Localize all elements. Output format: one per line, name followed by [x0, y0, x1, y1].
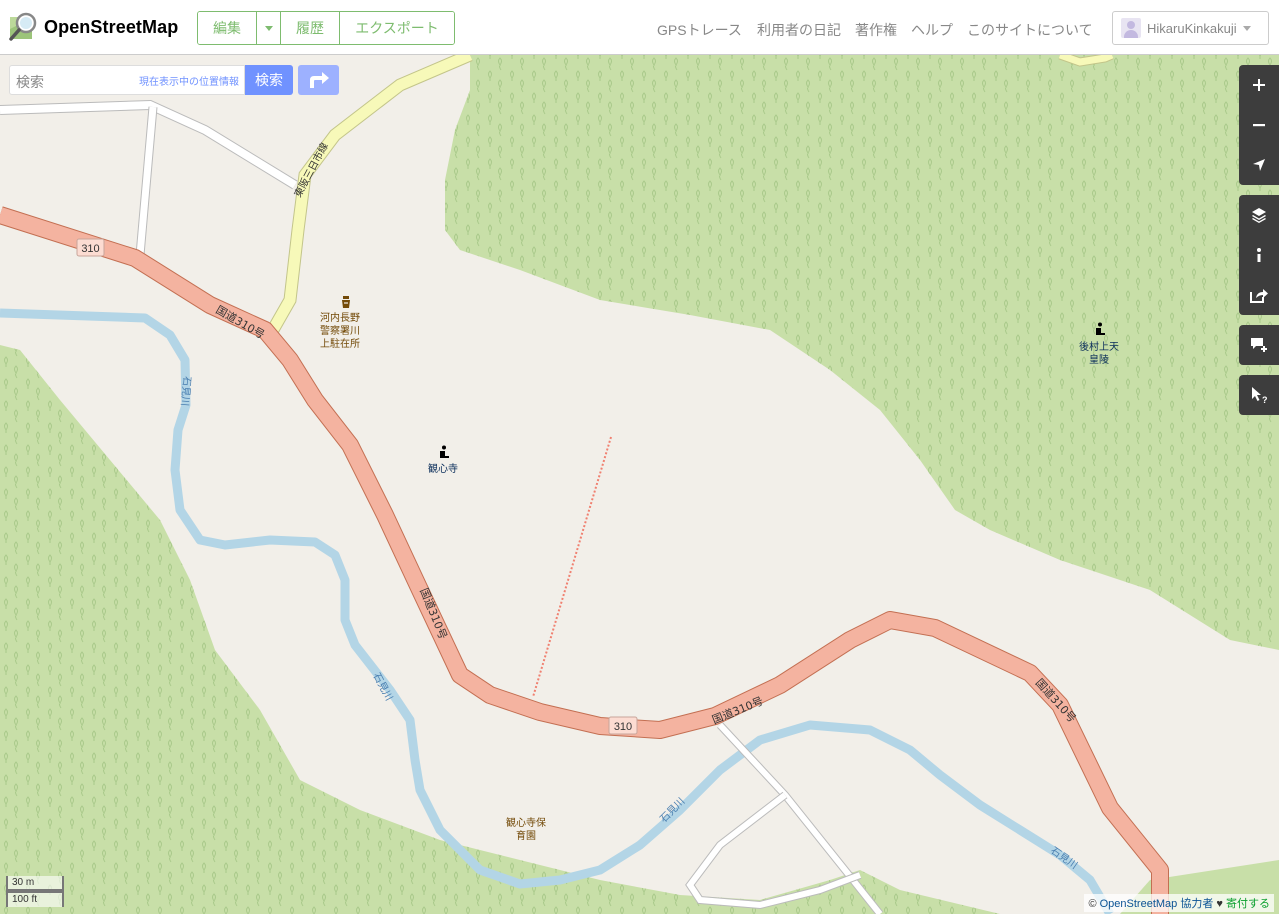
logo[interactable]: OpenStreetMap [8, 11, 178, 43]
location-arrow-icon [1253, 159, 1265, 171]
heart-icon: ♥ [1216, 898, 1223, 910]
zoom-out-button[interactable] [1239, 105, 1279, 145]
nav-gps-traces[interactable]: GPSトレース [657, 20, 742, 40]
directions-button[interactable] [298, 65, 339, 95]
nursery-label-line-2: 育園 [516, 831, 536, 842]
police-icon [342, 296, 350, 308]
search-button[interactable]: 検索 [245, 65, 293, 95]
add-note-button[interactable] [1239, 325, 1279, 365]
nav-user-diaries[interactable]: 利用者の日記 [757, 20, 841, 40]
road-shield-1: 310 [76, 238, 105, 257]
temple-label[interactable]: 観心寺 [428, 463, 458, 476]
user-name: HikaruKinkakuji [1147, 20, 1237, 36]
header: OpenStreetMap 編集 履歴 エクスポート GPSトレース 利用者の日… [0, 0, 1279, 55]
svg-text:310: 310 [614, 721, 632, 733]
site-title: OpenStreetMap [44, 16, 179, 37]
where-am-i-link[interactable]: 現在表示中の位置情報 [139, 73, 239, 88]
user-menu-button[interactable]: HikaruKinkakuji [1112, 11, 1269, 45]
search-input[interactable]: 検索 現在表示中の位置情報 [9, 65, 245, 95]
layers-button[interactable] [1239, 195, 1279, 235]
nav-copyright[interactable]: 著作権 [855, 20, 897, 40]
copyright-symbol: © [1088, 898, 1097, 910]
nursery-label[interactable]: 観心寺保 育園 [506, 817, 546, 843]
tomb-label-line-1: 後村上天 [1079, 342, 1119, 353]
tomb-label[interactable]: 後村上天 皇陵 [1079, 341, 1119, 367]
share-icon [1250, 289, 1268, 303]
edit-button[interactable]: 編集 [198, 12, 257, 44]
road-shield-2: 310 [608, 716, 638, 735]
minus-icon [1253, 124, 1265, 127]
plus-icon [1253, 79, 1265, 91]
nursery-label-line-1: 観心寺保 [506, 818, 546, 829]
note-tools [1239, 325, 1279, 365]
search-placeholder: 検索 [16, 74, 44, 90]
police-label-line-1: 河内長野 [320, 313, 360, 324]
share-button[interactable] [1239, 275, 1279, 315]
query-tools: ? [1239, 375, 1279, 415]
attribution: © OpenStreetMap 協力者 ♥ 寄付する [1084, 894, 1274, 912]
donate-link[interactable]: 寄付する [1226, 898, 1270, 910]
locate-button[interactable] [1239, 145, 1279, 185]
contributors-link[interactable]: 協力者 [1180, 898, 1213, 910]
map-key-button[interactable] [1239, 235, 1279, 275]
osm-link[interactable]: OpenStreetMap [1100, 898, 1178, 910]
zoom-controls [1239, 65, 1279, 185]
info-icon [1257, 248, 1261, 262]
svg-text:?: ? [1262, 395, 1268, 404]
chevron-down-icon [264, 25, 273, 31]
tomb-label-line-2: 皇陵 [1089, 355, 1109, 366]
history-button[interactable]: 履歴 [281, 12, 340, 44]
monument-icon [1096, 322, 1105, 335]
buddhist-temple-icon [440, 445, 449, 458]
scale-imperial: 100 ft [6, 891, 64, 907]
export-button[interactable]: エクスポート [340, 12, 454, 44]
osm-logo-icon [9, 12, 37, 41]
map-tiles: 310 310 国道310号 国道310号 国道310号 国道310号 東阪三日… [0, 55, 1279, 914]
query-features-icon: ? [1252, 387, 1268, 404]
police-label-line-2: 警察署川 [320, 326, 360, 337]
query-features-button[interactable]: ? [1239, 375, 1279, 415]
nav-about[interactable]: このサイトについて [967, 20, 1093, 40]
zoom-in-button[interactable] [1239, 65, 1279, 105]
map-tools [1239, 195, 1279, 315]
edit-dropdown-button[interactable] [257, 12, 281, 44]
directions-icon [309, 72, 329, 88]
police-label-line-3: 上駐在所 [320, 339, 360, 350]
chevron-down-icon [1242, 25, 1251, 31]
avatar [1121, 18, 1141, 38]
scale-metric: 30 m [6, 876, 64, 891]
police-label[interactable]: 河内長野 警察署川 上駐在所 [320, 312, 360, 351]
map-canvas[interactable]: 310 310 国道310号 国道310号 国道310号 国道310号 東阪三日… [0, 55, 1279, 914]
edit-button-group: 編集 履歴 エクスポート [197, 11, 455, 45]
nav-help[interactable]: ヘルプ [911, 20, 953, 40]
add-note-icon [1251, 338, 1267, 352]
layers-icon [1252, 208, 1266, 223]
svg-text:310: 310 [81, 243, 99, 255]
